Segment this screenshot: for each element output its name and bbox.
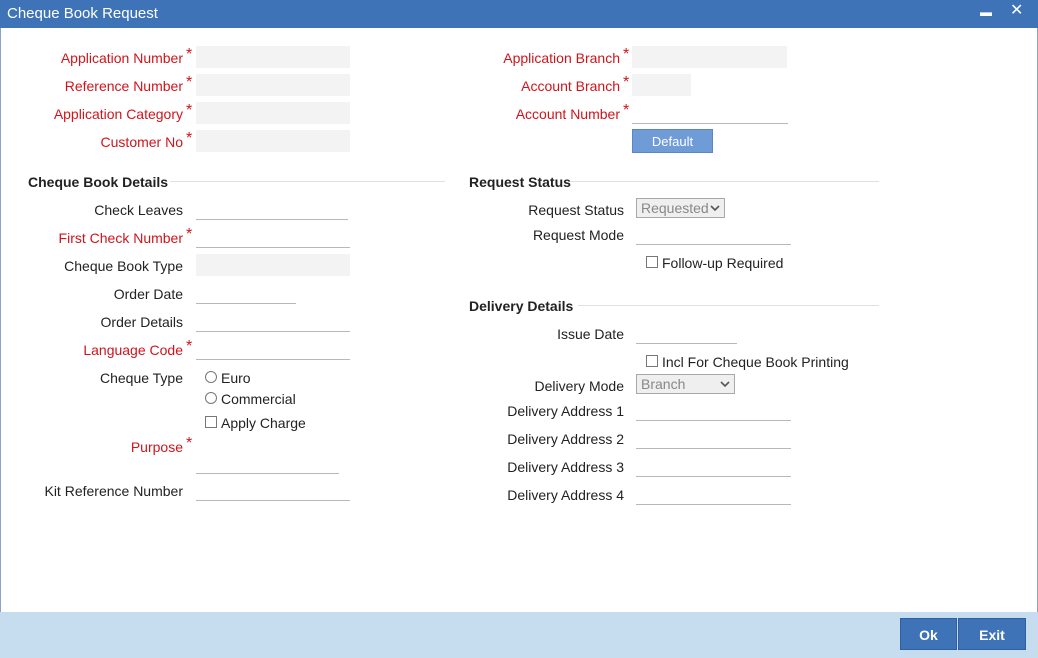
application-category-label: Application Category <box>53 106 183 122</box>
request-mode-field[interactable] <box>636 223 791 245</box>
application-branch-label: Application Branch <box>503 50 620 66</box>
account-branch-field[interactable] <box>632 74 691 96</box>
kit-reference-number-field[interactable] <box>196 479 350 501</box>
delivery-mode-value: Branch <box>641 376 686 392</box>
request-status-label: Request Status <box>528 202 624 218</box>
commercial-radio[interactable] <box>205 392 217 404</box>
delivery-mode-label: Delivery Mode <box>534 378 624 394</box>
first-check-number-field[interactable] <box>196 226 350 248</box>
account-branch-label: Account Branch <box>521 78 620 94</box>
incl-cheque-book-printing-checkbox[interactable] <box>646 355 658 367</box>
close-icon[interactable]: ✕ <box>1010 1 1023 21</box>
required-marker: * <box>623 102 630 119</box>
reference-number-label: Reference Number <box>64 78 183 94</box>
cheque-book-type-label: Cheque Book Type <box>64 258 183 274</box>
apply-charge-checkbox[interactable] <box>205 416 217 428</box>
language-code-field[interactable] <box>196 338 350 360</box>
purpose-field[interactable] <box>196 444 339 474</box>
euro-radio[interactable] <box>205 371 217 383</box>
check-leaves-field[interactable] <box>196 198 348 220</box>
section-divider <box>170 181 445 182</box>
customer-no-label: Customer No <box>100 134 183 150</box>
order-details-label: Order Details <box>100 314 183 330</box>
chevron-down-icon <box>720 381 730 388</box>
delivery-address-2-field[interactable] <box>636 427 791 449</box>
reference-number-field[interactable] <box>196 74 350 96</box>
required-marker: * <box>186 435 193 452</box>
footer-bar <box>0 612 1038 658</box>
order-date-label: Order Date <box>113 286 183 302</box>
application-number-field[interactable] <box>196 46 350 68</box>
application-branch-field[interactable] <box>632 46 787 68</box>
required-marker: * <box>186 130 193 147</box>
account-number-label: Account Number <box>515 106 620 122</box>
kit-reference-number-label: Kit Reference Number <box>44 483 183 499</box>
issue-date-label: Issue Date <box>557 326 624 342</box>
section-divider <box>570 181 879 182</box>
order-date-field[interactable] <box>196 282 296 304</box>
first-check-number-label: First Check Number <box>58 230 183 246</box>
cheque-book-type-field[interactable] <box>196 254 350 276</box>
delivery-address-2-label: Delivery Address 2 <box>507 431 624 447</box>
request-status-select[interactable]: Requested <box>636 198 725 218</box>
window-title: Cheque Book Request <box>7 5 158 22</box>
default-button[interactable]: Default <box>632 129 713 153</box>
euro-radio-label: Euro <box>221 370 251 386</box>
purpose-label: Purpose <box>130 439 183 455</box>
required-marker: * <box>186 338 193 355</box>
required-marker: * <box>186 226 193 243</box>
delivery-address-3-field[interactable] <box>636 455 791 477</box>
request-status-value: Requested <box>641 200 709 216</box>
customer-no-field[interactable] <box>196 130 350 152</box>
required-marker: * <box>186 74 193 91</box>
request-status-heading: Request Status <box>469 174 571 190</box>
account-number-field[interactable] <box>632 102 788 124</box>
incl-cheque-book-printing-label: Incl For Cheque Book Printing <box>662 354 849 370</box>
apply-charge-label: Apply Charge <box>221 415 306 431</box>
minimize-icon[interactable]: ▬ <box>980 2 992 22</box>
required-marker: * <box>623 46 630 63</box>
delivery-address-3-label: Delivery Address 3 <box>507 459 624 475</box>
delivery-address-1-field[interactable] <box>636 399 791 421</box>
delivery-address-4-label: Delivery Address 4 <box>507 487 624 503</box>
application-category-field[interactable] <box>196 102 350 124</box>
delivery-details-heading: Delivery Details <box>469 298 574 314</box>
exit-button[interactable]: Exit <box>958 618 1026 650</box>
application-number-label: Application Number <box>60 50 183 66</box>
window-title-bar: Cheque Book Request ▬ ✕ <box>0 0 1038 28</box>
cheque-book-details-heading: Cheque Book Details <box>28 174 169 190</box>
cheque-type-label: Cheque Type <box>99 370 183 386</box>
commercial-radio-label: Commercial <box>221 391 296 407</box>
required-marker: * <box>186 102 193 119</box>
follow-up-required-label: Follow-up Required <box>662 255 784 271</box>
delivery-address-1-label: Delivery Address 1 <box>507 403 624 419</box>
order-details-field[interactable] <box>196 310 350 332</box>
section-divider <box>578 305 879 306</box>
chevron-down-icon <box>710 205 720 212</box>
delivery-mode-select[interactable]: Branch <box>636 374 735 394</box>
check-leaves-label: Check Leaves <box>94 202 183 218</box>
required-marker: * <box>623 74 630 91</box>
required-marker: * <box>186 46 193 63</box>
follow-up-required-checkbox[interactable] <box>646 256 658 268</box>
language-code-label: Language Code <box>83 342 183 358</box>
delivery-address-4-field[interactable] <box>636 483 791 505</box>
issue-date-field[interactable] <box>636 322 737 344</box>
request-mode-label: Request Mode <box>532 227 624 243</box>
ok-button[interactable]: Ok <box>900 618 957 650</box>
